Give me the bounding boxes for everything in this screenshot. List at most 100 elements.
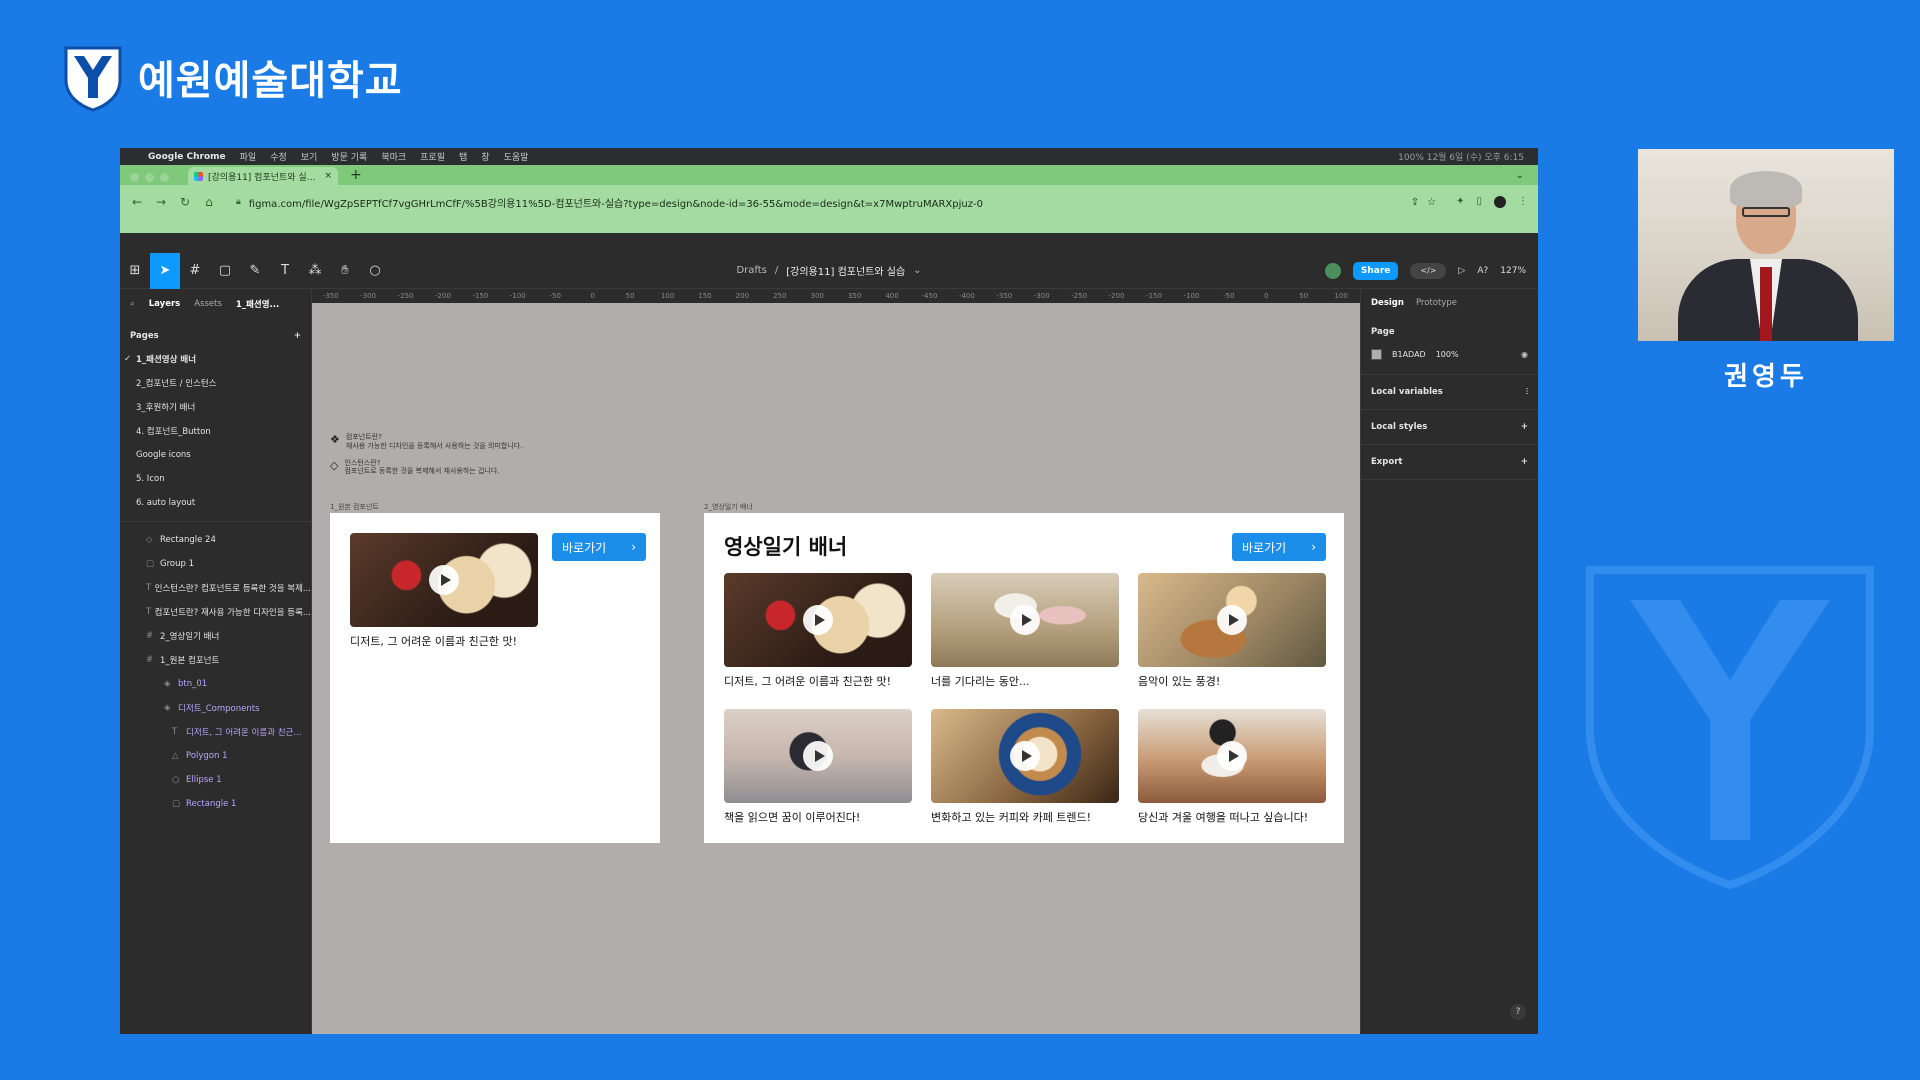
guitar-thumbnail[interactable] <box>1138 573 1326 667</box>
lock-icon[interactable]: 🔒︎ <box>236 197 241 207</box>
layer-item[interactable]: T 인스턴스란? 컴포넌트로 등록한 것을 복제... <box>120 576 311 600</box>
tab-layers[interactable]: Layers <box>149 299 180 309</box>
search-layers-icon[interactable]: ⌕ <box>130 299 135 309</box>
share-page-icon[interactable]: ⇪ <box>1411 197 1419 208</box>
go-button[interactable]: 바로가기 › <box>1232 533 1326 561</box>
new-tab-button[interactable]: + <box>344 167 368 185</box>
back-icon[interactable]: ← <box>130 195 144 209</box>
close-window-icon[interactable] <box>130 173 139 182</box>
menubar-app-name[interactable]: Google Chrome <box>148 152 226 162</box>
layer-item[interactable]: ◈ btn_01 <box>120 672 311 696</box>
dev-mode-toggle[interactable]: </> <box>1410 262 1447 279</box>
play-icon[interactable] <box>803 605 833 635</box>
add-export-icon[interactable]: + <box>1521 457 1528 467</box>
layer-item[interactable]: ◇ Rectangle 24 <box>120 528 311 552</box>
bookmark-star-icon[interactable]: ☆ <box>1427 197 1436 208</box>
variables-settings-icon[interactable]: ⫶ <box>1526 387 1528 397</box>
play-icon[interactable] <box>1217 605 1247 635</box>
play-icon[interactable] <box>803 741 833 771</box>
breadcrumb-folder[interactable]: Drafts <box>736 265 766 276</box>
file-name[interactable]: [강의용11] 컴포넌트와 실습 <box>786 263 905 278</box>
tab-design[interactable]: Design <box>1371 298 1404 308</box>
reload-icon[interactable]: ↻ <box>178 195 192 209</box>
layer-item[interactable]: T 컴포넌트란? 재사용 가능한 디자인을 등록... <box>120 600 311 624</box>
video-diary-banner-frame[interactable]: 영상일기 배너 바로가기 › 디저트, 그 어려운 이름과 친근한 맛! 너를 기… <box>704 513 1344 843</box>
menubar-item[interactable]: 파일 <box>240 150 257 163</box>
move-tool-icon[interactable]: ➤ <box>150 252 180 289</box>
page-item[interactable]: 3_후원하기 배너 <box>120 395 311 419</box>
ai-icon[interactable]: A? <box>1477 266 1488 276</box>
figma-main-menu-icon[interactable]: ⊞ <box>120 253 150 289</box>
present-play-icon[interactable]: ▷ <box>1458 266 1465 276</box>
page-item[interactable]: 4. 컴포넌트_Button <box>120 419 311 443</box>
help-button[interactable]: ? <box>1510 1004 1526 1020</box>
current-page-dropdown[interactable]: 1_패션영... <box>236 298 279 310</box>
menubar-item[interactable]: 보기 <box>301 150 318 163</box>
couple-thumbnail[interactable] <box>931 573 1119 667</box>
layer-item[interactable]: T 디저트, 그 어려운 이름과 친근... <box>120 720 311 744</box>
frame-label[interactable]: 2_영상일기 배너 <box>704 502 753 512</box>
page-item[interactable]: ✓ 1_패션영상 배너 <box>120 347 311 371</box>
tab-search-icon[interactable]: ⌄ <box>1516 170 1524 185</box>
chevron-down-icon[interactable]: ⌄ <box>913 265 921 276</box>
page-item[interactable]: Google icons <box>120 443 311 467</box>
visibility-eye-icon[interactable]: ◉ <box>1521 350 1528 359</box>
frame-tool-icon[interactable]: # <box>180 253 210 289</box>
go-button[interactable]: 바로가기 › <box>552 533 646 561</box>
page-item[interactable]: 2_컴포넌트 / 인스턴스 <box>120 371 311 395</box>
forward-icon[interactable]: → <box>154 195 168 209</box>
coffee-thumbnail[interactable] <box>931 709 1119 803</box>
comment-tool-icon[interactable]: ○ <box>360 253 390 289</box>
chrome-menu-icon[interactable]: ⋮ <box>1518 196 1528 208</box>
close-tab-icon[interactable]: × <box>324 171 332 181</box>
figma-canvas[interactable]: -350 -300 -250 -200 -150 -100 -50 0 50 100 150 200 2… <box>312 289 1360 1034</box>
shape-tool-icon[interactable]: ▢ <box>210 253 240 289</box>
collaborator-avatar[interactable] <box>1324 262 1341 279</box>
menubar-item[interactable]: 도움말 <box>504 150 529 163</box>
zoom-level[interactable]: 127% <box>1500 266 1526 276</box>
tab-assets[interactable]: Assets <box>194 299 222 309</box>
menubar-item[interactable]: 북마크 <box>381 150 406 163</box>
travel-thumbnail[interactable] <box>1138 709 1326 803</box>
home-icon[interactable]: ⌂ <box>202 195 216 209</box>
frame-label[interactable]: 1_원본 컴포넌트 <box>330 502 379 512</box>
address-bar[interactable]: 🔒︎ figma.com/file/WgZpSEPTfCf7vgGHrLmCfF… <box>226 190 1447 214</box>
menubar-item[interactable]: 탭 <box>459 150 467 163</box>
menubar-item[interactable]: 수정 <box>270 150 287 163</box>
play-icon[interactable] <box>1010 741 1040 771</box>
hand-tool-icon[interactable]: ✋︎ <box>330 253 360 289</box>
page-color-opacity[interactable]: 100% <box>1436 350 1459 359</box>
original-component-frame[interactable]: 바로가기 › 디저트, 그 어려운 이름과 친근한 맛! <box>330 513 660 843</box>
page-item[interactable]: 5. Icon <box>120 467 311 491</box>
maximize-window-icon[interactable] <box>160 173 169 182</box>
profile-avatar[interactable] <box>1494 196 1506 208</box>
layer-item[interactable]: △ Polygon 1 <box>120 744 311 768</box>
play-icon[interactable] <box>1217 741 1247 771</box>
share-button[interactable]: Share <box>1352 261 1399 280</box>
layer-item[interactable]: ▢ Rectangle 1 <box>120 792 311 816</box>
menubar-item[interactable]: 방문 기록 <box>331 150 367 163</box>
dessert-thumbnail[interactable] <box>724 573 912 667</box>
extensions-icon[interactable]: ✦ <box>1456 196 1464 208</box>
layer-item[interactable]: ▢ Group 1 <box>120 552 311 576</box>
page-item[interactable]: 6. auto layout <box>120 491 311 515</box>
menubar-item[interactable]: 창 <box>481 150 489 163</box>
play-icon[interactable] <box>1010 605 1040 635</box>
layer-item[interactable]: #1_원본 컴포넌트 <box>120 648 311 672</box>
text-tool-icon[interactable]: T <box>270 253 300 289</box>
menubar-item[interactable]: 프로필 <box>420 150 445 163</box>
browser-tab[interactable]: [강의용11] 컴포넌트와 실습 – Figma × <box>188 167 338 185</box>
layer-item[interactable]: ◈ 디저트_Components <box>120 696 311 720</box>
add-page-icon[interactable]: + <box>294 331 301 341</box>
resources-tool-icon[interactable]: ⁂ <box>300 253 330 289</box>
add-style-icon[interactable]: + <box>1521 422 1528 432</box>
layer-item[interactable]: ○ Ellipse 1 <box>120 768 311 792</box>
dessert-thumbnail[interactable] <box>350 533 538 627</box>
side-panel-icon[interactable]: ▯ <box>1476 196 1482 208</box>
tab-prototype[interactable]: Prototype <box>1416 298 1457 308</box>
page-color-hex[interactable]: B1ADAD <box>1392 350 1426 359</box>
book-thumbnail[interactable] <box>724 709 912 803</box>
layer-item[interactable]: #2_영상일기 배너 <box>120 624 311 648</box>
pen-tool-icon[interactable]: ✎ <box>240 253 270 289</box>
minimize-window-icon[interactable] <box>145 173 154 182</box>
